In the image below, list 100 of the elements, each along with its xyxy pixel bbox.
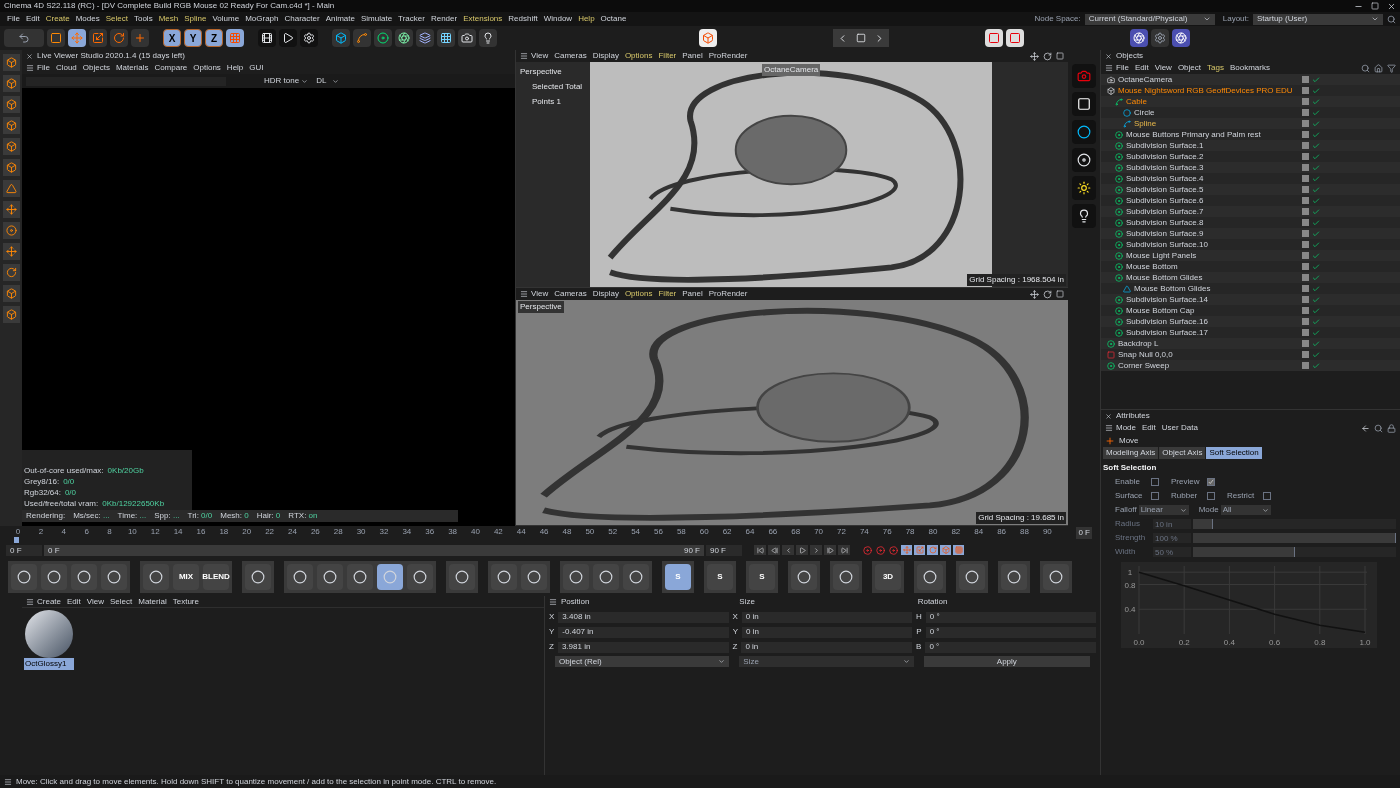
search-icon[interactable] (1361, 63, 1370, 73)
select-button[interactable] (47, 29, 65, 47)
camera-button[interactable] (458, 29, 476, 47)
dropdown[interactable]: Linear (1138, 505, 1189, 515)
axis-button[interactable]: Z (205, 29, 223, 47)
menu-item[interactable]: Panel (679, 50, 706, 62)
object-name[interactable]: Cable (1126, 96, 1147, 107)
close-icon[interactable] (1105, 412, 1112, 420)
material-tool-button[interactable] (407, 564, 433, 590)
mode-button[interactable] (2, 117, 20, 134)
menu-item[interactable]: File (34, 62, 53, 74)
material-tool-button[interactable] (347, 564, 373, 590)
menu-item[interactable]: Display (589, 50, 622, 62)
menu-item[interactable]: Modes (72, 13, 103, 25)
filter-icon[interactable] (1387, 63, 1396, 73)
menu-item[interactable]: Mode (1113, 422, 1139, 434)
menu-item[interactable]: Edit (1139, 422, 1159, 434)
menu-item[interactable]: View (528, 288, 552, 300)
menu-item[interactable]: Texture (169, 595, 202, 608)
menu-item[interactable]: Options (621, 288, 656, 300)
attribute-tab[interactable]: Object Axis (1159, 447, 1206, 459)
menu-item[interactable]: Cameras (551, 288, 590, 300)
attribute-tab[interactable]: Soft Selection (1206, 447, 1262, 459)
size-field[interactable]: 0 in (742, 626, 913, 638)
start-frame-field[interactable]: 0 F (6, 544, 42, 556)
menu-item[interactable]: Window (540, 13, 576, 25)
octane-object-button[interactable] (1072, 204, 1096, 228)
tone-dropdown[interactable]: HDR tone (264, 75, 309, 87)
menu-item[interactable]: Display (589, 288, 622, 300)
menu-item[interactable]: Edit (22, 13, 43, 25)
menu-icon[interactable] (1105, 424, 1113, 432)
material-tool-button[interactable] (71, 564, 97, 590)
square-button[interactable] (985, 29, 1003, 47)
menu-item[interactable]: File (4, 13, 23, 25)
menu-item[interactable]: Edit (1131, 62, 1152, 74)
grid-button[interactable] (437, 29, 455, 47)
position-field[interactable]: 3.408 in (558, 611, 729, 623)
frame-range-bar[interactable]: 0 F 90 F (44, 544, 704, 556)
maximize-icon[interactable] (1056, 52, 1064, 60)
material-tool-button[interactable]: BLEND (203, 564, 229, 590)
material-tool-button[interactable] (317, 564, 343, 590)
mode-button[interactable] (2, 306, 20, 323)
menu-icon[interactable] (26, 597, 34, 606)
rotate-icon[interactable] (1043, 51, 1052, 61)
dropdown[interactable]: All (1220, 505, 1271, 515)
menu-item[interactable]: File (1113, 62, 1132, 74)
material-tool-button[interactable] (287, 564, 313, 590)
menu-icon[interactable] (1105, 64, 1113, 72)
menu-item[interactable]: Materials (112, 62, 152, 74)
mode-button[interactable] (2, 222, 20, 239)
node-space-dropdown[interactable]: Current (Standard/Physical) (1084, 13, 1215, 25)
object-name[interactable]: Backdrop L (1118, 338, 1159, 349)
checkbox[interactable] (1207, 478, 1215, 486)
apply-button[interactable]: Apply (923, 656, 1090, 667)
menu-item[interactable]: Compare (151, 62, 191, 74)
material-tool-button[interactable] (833, 564, 859, 590)
size-field[interactable]: 0 in (741, 641, 913, 653)
mode-button[interactable] (2, 285, 20, 302)
playback-button[interactable] (754, 545, 766, 555)
record-button[interactable] (888, 545, 899, 555)
menu-item[interactable]: ProRender (705, 50, 751, 62)
menu-item[interactable]: MoGraph (242, 13, 282, 25)
layout-icon[interactable] (856, 33, 866, 43)
lock-icon[interactable] (1387, 423, 1396, 433)
plus-button[interactable] (131, 29, 149, 47)
gear-button[interactable] (300, 29, 318, 47)
material-tool-button[interactable] (521, 564, 547, 590)
menu-item[interactable]: User Data (1158, 422, 1201, 434)
menu-item[interactable]: Object (1174, 62, 1204, 74)
close-icon[interactable] (1387, 1, 1396, 11)
menu-icon[interactable] (520, 290, 528, 298)
menu-item[interactable]: Cloud (52, 62, 80, 74)
lightbulb-button[interactable] (479, 29, 497, 47)
material-tool-button[interactable] (959, 564, 985, 590)
material-tool-button[interactable] (593, 564, 619, 590)
material-tool-button[interactable] (563, 564, 589, 590)
menu-item[interactable]: Create (34, 595, 64, 608)
material-tool-button[interactable]: S (749, 564, 775, 590)
material-tool-button[interactable] (245, 564, 271, 590)
position-field[interactable]: 3.981 in (557, 641, 729, 653)
menu-item[interactable]: Filter (655, 50, 680, 62)
size-field[interactable]: 0 in (741, 611, 913, 623)
material-tool-button[interactable] (1043, 564, 1069, 590)
playback-button[interactable] (810, 545, 822, 555)
maximize-icon[interactable] (1056, 290, 1064, 298)
menu-icon[interactable] (549, 598, 557, 606)
rotate-icon[interactable] (1043, 289, 1052, 299)
menu-item[interactable]: Material (135, 595, 170, 608)
pen-button[interactable] (353, 29, 371, 47)
object-name[interactable]: Spline (1134, 118, 1157, 129)
end-frame-field[interactable]: 90 F (706, 544, 742, 556)
playback-button[interactable] (768, 545, 780, 555)
layers-button[interactable] (416, 29, 434, 47)
octane-object-button[interactable] (1072, 120, 1096, 144)
menu-item[interactable]: Panel (679, 288, 706, 300)
object-name[interactable]: Mouse Bottom (1126, 261, 1178, 272)
home-icon[interactable] (1374, 63, 1383, 73)
material-tool-button[interactable]: S (707, 564, 733, 590)
mode-button[interactable] (2, 159, 20, 176)
back-icon[interactable] (1361, 423, 1370, 433)
